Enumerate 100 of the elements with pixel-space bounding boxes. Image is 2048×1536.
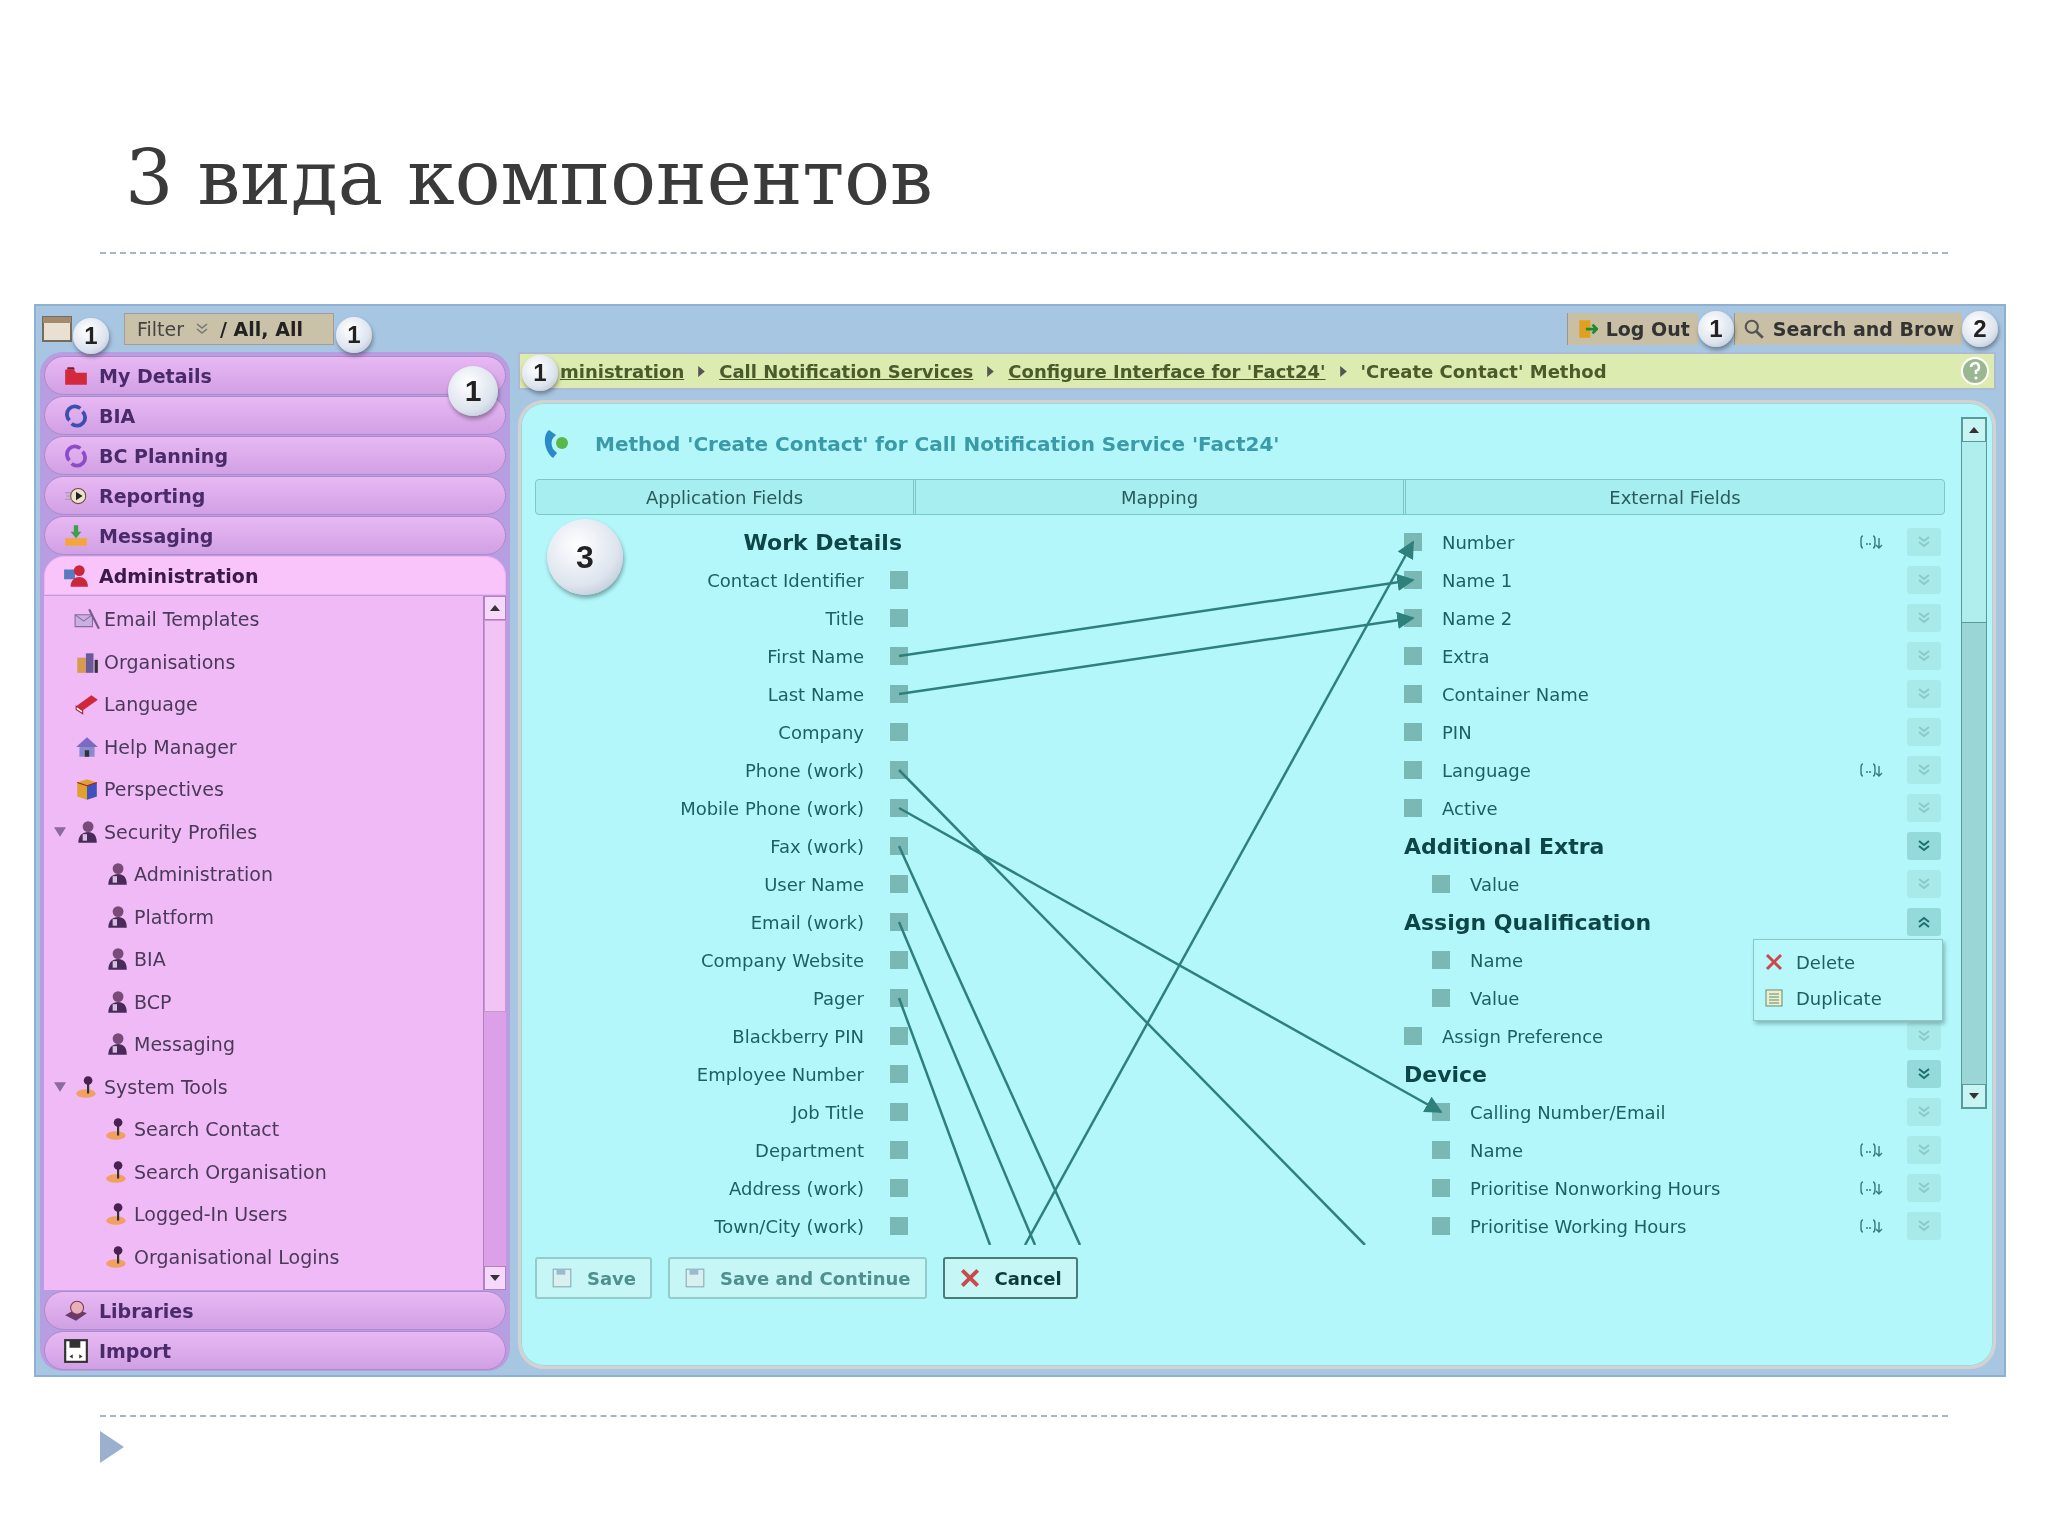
tree-item[interactable]: Search Organisation: [44, 1150, 483, 1193]
field-label: Name: [1470, 1139, 1524, 1161]
accordion-header[interactable]: Libraries: [44, 1291, 506, 1330]
tree-item[interactable]: Organisational Logins: [44, 1235, 483, 1278]
log-out-button[interactable]: Log Out: [1566, 313, 1698, 345]
field-label: Value: [1470, 987, 1520, 1009]
help-icon[interactable]: [1960, 356, 1990, 386]
chevron-icon: [1916, 686, 1932, 702]
breadcrumb-link[interactable]: ministration: [560, 360, 685, 382]
expander-icon[interactable]: [54, 1080, 66, 1093]
tree-item[interactable]: Email Templates: [44, 598, 483, 641]
breadcrumb-link[interactable]: Call Notification Services: [719, 360, 974, 382]
connector-handle[interactable]: [1432, 1217, 1450, 1235]
transform-icon[interactable]: [1859, 534, 1883, 550]
accordion-header[interactable]: BC Planning: [44, 436, 506, 475]
connector-handle[interactable]: [890, 571, 908, 589]
connector-handle[interactable]: [890, 989, 908, 1007]
field-label: Address (work): [729, 1177, 864, 1199]
connector-handle[interactable]: [890, 951, 908, 969]
tree-item[interactable]: Security Profiles: [44, 810, 483, 853]
close-icon: [1764, 952, 1784, 972]
menu-item[interactable]: Delete: [1754, 944, 1942, 980]
connector-handle[interactable]: [890, 1027, 908, 1045]
column-header: Mapping: [916, 480, 1406, 514]
field-label: Blackberry PIN: [732, 1025, 864, 1047]
tree-item[interactable]: Language: [44, 683, 483, 726]
scrollbar[interactable]: [483, 596, 506, 1290]
cancel-button[interactable]: Cancel: [942, 1257, 1078, 1299]
chevron-icon: [1916, 1066, 1932, 1082]
connector-handle[interactable]: [890, 685, 908, 703]
group-heading: Assign Qualification: [1404, 909, 1652, 935]
swirl-icon: [63, 442, 89, 469]
field-label: Number: [1442, 531, 1515, 553]
triangle-icon: [1339, 365, 1347, 377]
tree-item[interactable]: System Tools: [44, 1065, 483, 1108]
callout-badge: 1: [335, 317, 372, 353]
connector-handle[interactable]: [1404, 723, 1422, 741]
scroll-thumb[interactable]: [484, 620, 506, 1012]
connector-handle[interactable]: [1404, 1027, 1422, 1045]
connector-handle[interactable]: [890, 1141, 908, 1159]
transform-icon[interactable]: [1859, 762, 1883, 778]
document-icon: [1764, 988, 1784, 1008]
connector-handle[interactable]: [1404, 685, 1422, 703]
connector-handle[interactable]: [890, 1179, 908, 1197]
expander-icon[interactable]: [54, 825, 66, 838]
tree-item[interactable]: BIA: [44, 938, 483, 981]
field-label: Prioritise Working Hours: [1470, 1215, 1687, 1237]
connector-handle[interactable]: [890, 1065, 908, 1083]
connector-handle[interactable]: [890, 647, 908, 665]
connector-handle[interactable]: [890, 1103, 908, 1121]
connector-handle[interactable]: [1432, 951, 1450, 969]
accordion-header[interactable]: Reporting: [44, 476, 506, 515]
connector-handle[interactable]: [890, 837, 908, 855]
tree-item[interactable]: Administration: [44, 853, 483, 896]
scroll-thumb[interactable]: [1962, 442, 1986, 623]
connector-handle[interactable]: [1432, 1179, 1450, 1197]
transform-icon[interactable]: [1859, 1218, 1883, 1234]
connector-handle[interactable]: [1404, 761, 1422, 779]
field-label: Container Name: [1442, 683, 1589, 705]
chevron-button[interactable]: [1907, 1060, 1941, 1088]
tree-item[interactable]: BCP: [44, 980, 483, 1023]
field-label: Name 1: [1442, 569, 1513, 591]
tree-item[interactable]: Perspectives: [44, 768, 483, 811]
connector-handle[interactable]: [1404, 799, 1422, 817]
accordion-header[interactable]: Messaging: [44, 516, 506, 555]
connector-handle[interactable]: [890, 799, 908, 817]
menu-item[interactable]: Duplicate: [1754, 980, 1942, 1016]
tree-item[interactable]: Organisations: [44, 640, 483, 683]
transform-icon[interactable]: [1859, 1142, 1883, 1158]
chevron-button[interactable]: [1907, 1022, 1941, 1050]
arrow-up-icon: [490, 605, 500, 611]
window-icon[interactable]: [42, 316, 72, 342]
connector-handle[interactable]: [1432, 875, 1450, 893]
connector-handle[interactable]: [1432, 989, 1450, 1007]
connector-handle[interactable]: [1404, 647, 1422, 665]
field-label: Mobile Phone (work): [680, 797, 864, 819]
connector-handle[interactable]: [890, 913, 908, 931]
breadcrumb-link[interactable]: Configure Interface for 'Fact24': [1008, 360, 1326, 382]
connector-handle[interactable]: [890, 723, 908, 741]
tree-item[interactable]: Search Contact: [44, 1108, 483, 1151]
search-button[interactable]: Search and Brow: [1733, 313, 1962, 345]
connector-handle[interactable]: [890, 609, 908, 627]
chevron-button[interactable]: [1907, 832, 1941, 860]
scrollbar[interactable]: [1961, 417, 1987, 1109]
connector-handle[interactable]: [890, 761, 908, 779]
group-heading: Device: [1404, 1061, 1488, 1087]
group-heading: Work Details: [743, 529, 903, 555]
tree-item[interactable]: Platform: [44, 895, 483, 938]
floppy-icon: [63, 1337, 89, 1364]
chevron-button[interactable]: [1907, 908, 1941, 936]
tree-item[interactable]: Messaging: [44, 1023, 483, 1066]
tree-item[interactable]: Help Manager: [44, 725, 483, 768]
filter-button[interactable]: Filter / All, All: [124, 313, 334, 345]
connector-handle[interactable]: [1432, 1141, 1450, 1159]
accordion-header[interactable]: Administration: [44, 556, 506, 595]
transform-icon[interactable]: [1859, 1180, 1883, 1196]
connector-handle[interactable]: [890, 875, 908, 893]
tree-item[interactable]: Logged-In Users: [44, 1193, 483, 1236]
connector-handle[interactable]: [890, 1217, 908, 1235]
accordion-header[interactable]: Import: [44, 1331, 506, 1370]
